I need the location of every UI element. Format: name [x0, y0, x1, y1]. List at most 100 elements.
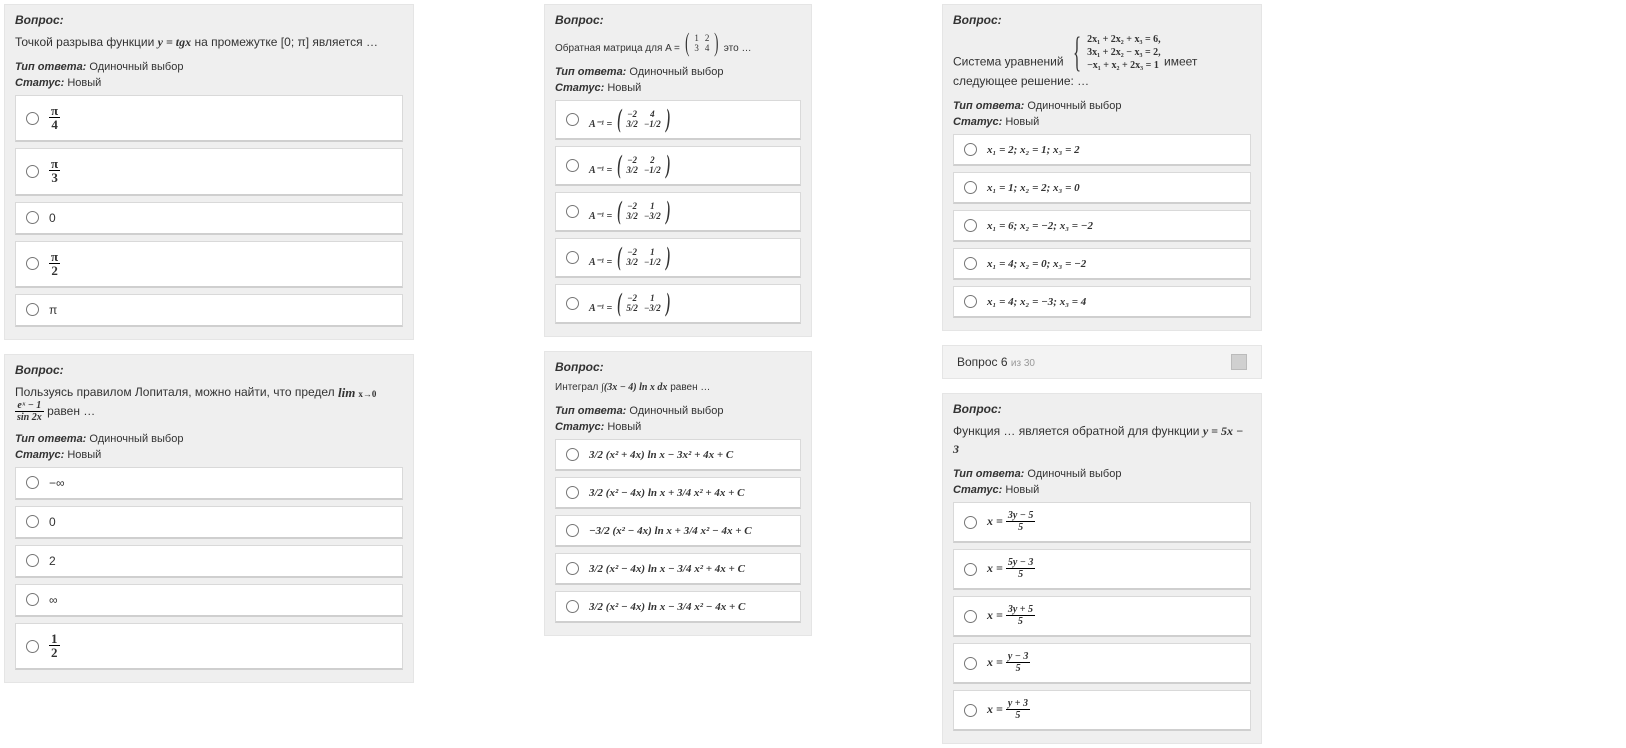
option-radio[interactable] [964, 295, 977, 308]
option[interactable]: x₁ = 6; x₂ = −2; x₃ = −2 [953, 210, 1251, 242]
option-text: x₁ = 6; x₂ = −2; x₃ = −2 [987, 220, 1093, 232]
status-value: Новый [1005, 484, 1039, 496]
option-radio[interactable] [964, 219, 977, 232]
option-radio[interactable] [26, 554, 39, 567]
status-label: Статус: [953, 116, 1002, 128]
option[interactable]: 3/2 (x² − 4x) ln x + 3/4 x² + 4x + C [555, 477, 801, 509]
question-text: Функция … является обратной для функции … [953, 422, 1251, 458]
options: x₁ = 2; x₂ = 1; x₃ = 2 x₁ = 1; x₂ = 2; x₃… [953, 134, 1251, 318]
option[interactable]: x₁ = 2; x₂ = 1; x₃ = 2 [953, 134, 1251, 166]
option[interactable]: −∞ [15, 467, 403, 500]
status-value: Новый [607, 421, 641, 433]
option-radio[interactable] [566, 297, 579, 310]
question-label: Вопрос: [555, 13, 801, 27]
option[interactable]: A⁻¹ = (−215/2−3/2) [555, 284, 801, 324]
option-radio[interactable] [566, 448, 579, 461]
question-text-pre: Система уравнений [953, 55, 1067, 69]
option[interactable]: 0 [15, 202, 403, 235]
option[interactable]: x₁ = 1; x₂ = 2; x₃ = 0 [953, 172, 1251, 204]
options: A⁻¹ = (−243/2−1/2) A⁻¹ = (−223/2−1/2) A⁻¹ … [555, 100, 801, 324]
answer-type-value: Одиночный выбор [629, 66, 723, 78]
option[interactable]: A⁻¹ = (−213/2−3/2) [555, 192, 801, 232]
option-radio[interactable] [26, 211, 39, 224]
option-radio[interactable] [964, 657, 977, 670]
option[interactable]: x₁ = 4; x₂ = −3; x₃ = 4 [953, 286, 1251, 318]
option-radio[interactable] [26, 303, 39, 316]
option-text: x = 5y − 35 [987, 558, 1035, 580]
column-2: Вопрос: Обратная матрица для A = ( 12 34… [544, 4, 812, 636]
option-radio[interactable] [964, 181, 977, 194]
system-row: 2x₁ + 2x₂ + x₃ = 6, [1087, 34, 1161, 45]
option[interactable]: π3 [15, 148, 403, 195]
option-radio[interactable] [964, 143, 977, 156]
option[interactable]: −3/2 (x² − 4x) ln x + 3/4 x² − 4x + C [555, 515, 801, 547]
option[interactable]: A⁻¹ = (−213/2−1/2) [555, 238, 801, 278]
option-text: 3/2 (x² − 4x) ln x + 3/4 x² + 4x + C [589, 487, 745, 499]
option-radio[interactable] [566, 486, 579, 499]
nav-next-button[interactable] [1231, 354, 1247, 370]
option-radio[interactable] [566, 205, 579, 218]
question-card: Вопрос: Пользуясь правилом Лопиталя, мож… [4, 354, 414, 683]
option[interactable]: x = 3y − 55 [953, 502, 1251, 543]
status-value: Новый [1005, 116, 1039, 128]
status-value: Новый [67, 77, 101, 89]
option-text: −3/2 (x² − 4x) ln x + 3/4 x² − 4x + C [589, 525, 752, 537]
option-radio[interactable] [566, 524, 579, 537]
option[interactable]: 12 [15, 623, 403, 670]
option-radio[interactable] [26, 257, 39, 270]
option-radio[interactable] [26, 476, 39, 489]
nav-title: Вопрос 6 из 30 [957, 355, 1035, 369]
question-text-post: равен … [47, 404, 95, 418]
option[interactable]: 3/2 (x² + 4x) ln x − 3x² + 4x + C [555, 439, 801, 471]
question-card: Вопрос: Система уравнений { 2x₁ + 2x₂ + … [942, 4, 1262, 331]
system-row: 3x₁ + 2x₂ − x₃ = 2, [1087, 47, 1161, 58]
question-label: Вопрос: [953, 13, 1251, 27]
option-radio[interactable] [964, 257, 977, 270]
option-radio[interactable] [964, 516, 977, 529]
answer-type-label: Тип ответа: [555, 66, 626, 78]
option[interactable]: π4 [15, 95, 403, 142]
question-text: Интеграл ∫(3x − 4) ln x dx равен … [555, 380, 801, 395]
option-text: π2 [49, 250, 60, 278]
option-radio[interactable] [566, 562, 579, 575]
option-radio[interactable] [26, 165, 39, 178]
option-radio[interactable] [566, 251, 579, 264]
option-text: x₁ = 2; x₂ = 1; x₃ = 2 [987, 144, 1080, 156]
option[interactable]: x = y + 35 [953, 690, 1251, 731]
question-meta: Тип ответа: Одиночный выбор [15, 433, 403, 445]
status-value: Новый [67, 449, 101, 461]
option-radio[interactable] [26, 515, 39, 528]
question-text: Обратная матрица для A = ( 12 34 ) это … [555, 33, 801, 56]
option-radio[interactable] [566, 159, 579, 172]
option-radio[interactable] [26, 640, 39, 653]
option-text: A⁻¹ = (−213/2−3/2) [589, 201, 672, 222]
option[interactable]: x₁ = 4; x₂ = 0; x₃ = −2 [953, 248, 1251, 280]
option-radio[interactable] [964, 563, 977, 576]
option-radio[interactable] [26, 593, 39, 606]
option[interactable]: π2 [15, 241, 403, 288]
option[interactable]: ∞ [15, 584, 403, 617]
option[interactable]: 3/2 (x² − 4x) ln x − 3/4 x² + 4x + C [555, 553, 801, 585]
option-radio[interactable] [566, 600, 579, 613]
option[interactable]: π [15, 294, 403, 327]
option[interactable]: x = 5y − 35 [953, 549, 1251, 590]
answer-type-label: Тип ответа: [15, 433, 86, 445]
option-radio[interactable] [964, 610, 977, 623]
option[interactable]: 3/2 (x² − 4x) ln x − 3/4 x² − 4x + C [555, 591, 801, 623]
option-text: 3/2 (x² − 4x) ln x − 3/4 x² − 4x + C [589, 601, 745, 613]
option[interactable]: x = 3y + 55 [953, 596, 1251, 637]
option[interactable]: 0 [15, 506, 403, 539]
option[interactable]: x = y − 35 [953, 643, 1251, 684]
question-meta: Статус: Новый [15, 449, 403, 461]
answer-type-value: Одиночный выбор [89, 433, 183, 445]
option-text: 0 [49, 515, 56, 529]
option[interactable]: A⁻¹ = (−243/2−1/2) [555, 100, 801, 140]
option-radio[interactable] [964, 704, 977, 717]
option[interactable]: 2 [15, 545, 403, 578]
option-text: x = y − 35 [987, 652, 1030, 674]
option-radio[interactable] [26, 112, 39, 125]
option-radio[interactable] [566, 113, 579, 126]
option[interactable]: A⁻¹ = (−223/2−1/2) [555, 146, 801, 186]
option-text: π3 [49, 157, 60, 185]
question-formula: ∫(3x − 4) ln x dx [601, 382, 667, 393]
